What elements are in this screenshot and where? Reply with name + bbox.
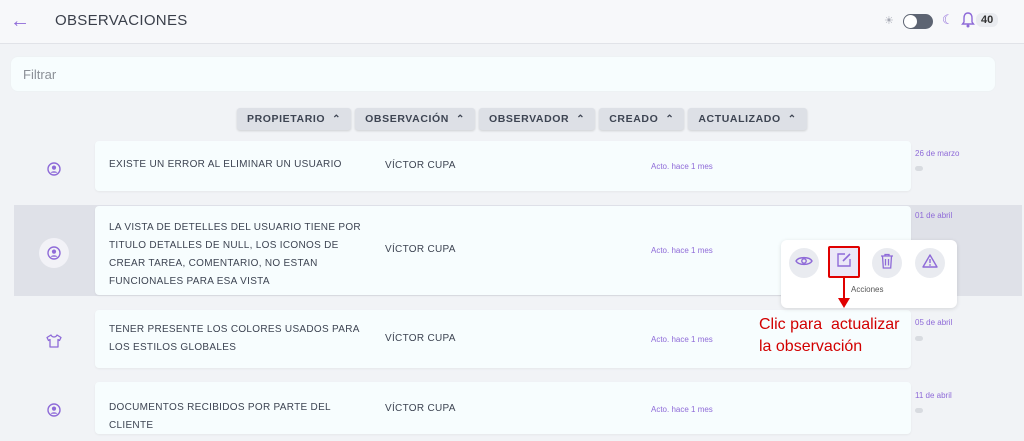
updated-date: 01 de abril xyxy=(915,211,953,220)
edit-icon xyxy=(836,252,852,273)
created-text: Acto. hace 1 mes xyxy=(651,405,713,414)
updated-indicator xyxy=(915,408,923,413)
moon-icon: ☾ xyxy=(942,12,954,27)
sort-button-owner[interactable]: PROPIETARIO ⌃ xyxy=(237,108,352,130)
back-arrow-icon[interactable]: ← xyxy=(10,10,32,32)
bell-icon[interactable] xyxy=(961,12,975,33)
chevron-up-icon: ⌃ xyxy=(455,113,465,125)
user-circle-icon xyxy=(39,395,69,425)
edit-button[interactable] xyxy=(828,246,860,278)
filter-input[interactable] xyxy=(11,57,995,91)
actions-label: Acciones xyxy=(851,285,884,294)
delete-button[interactable] xyxy=(872,248,902,278)
filter-box xyxy=(10,56,996,92)
observation-text: LA VISTA DE DETELLES DEL USUARIO TIENE P… xyxy=(109,222,361,287)
shirt-icon xyxy=(39,326,69,356)
sun-icon: ☀ xyxy=(884,15,894,27)
created-text: Acto. hace 1 mes xyxy=(651,162,713,171)
toggle-knob xyxy=(904,15,917,28)
sort-label: OBSERVACIÓN xyxy=(365,113,449,125)
eye-icon xyxy=(795,254,813,272)
updated-indicator xyxy=(915,166,923,171)
observer-name: VÍCTOR CUPA xyxy=(385,160,456,171)
sort-button-created[interactable]: CREADO ⌃ xyxy=(599,108,685,130)
top-bar: ← OBSERVACIONES ☀ ☾ 40 xyxy=(0,0,1024,44)
chevron-up-icon: ⌃ xyxy=(665,113,675,125)
report-button[interactable] xyxy=(915,248,945,278)
observer-name: VÍCTOR CUPA xyxy=(385,333,456,344)
chevron-up-icon: ⌃ xyxy=(332,113,342,125)
callout-line-1: Clic para actualizar xyxy=(759,316,900,333)
callout-line-2: la observación xyxy=(759,338,863,355)
updated-date: 11 de abril xyxy=(915,391,952,400)
observer-name: VÍCTOR CUPA xyxy=(385,403,456,414)
sort-button-observer[interactable]: OBSERVADOR ⌃ xyxy=(478,108,596,130)
observation-text: TENER PRESENTE LOS COLORES USADOS PARA L… xyxy=(109,324,360,353)
annotation-callout: Clic para actualizar la observación xyxy=(759,314,934,358)
sort-button-observation[interactable]: OBSERVACIÓN ⌃ xyxy=(355,108,475,130)
sort-label: OBSERVADOR xyxy=(488,113,570,125)
created-text: Acto. hace 1 mes xyxy=(651,335,713,344)
notification-badge: 40 xyxy=(976,13,999,27)
annotation-arrow xyxy=(843,278,845,300)
annotation-arrowhead xyxy=(838,298,850,308)
user-circle-icon xyxy=(39,238,69,268)
sort-label: ACTUALIZADO xyxy=(698,113,781,125)
view-button[interactable] xyxy=(789,248,819,278)
table-row[interactable]: EXISTE UN ERROR AL ELIMINAR UN USUARIO V… xyxy=(95,141,911,191)
chevron-up-icon: ⌃ xyxy=(787,113,797,125)
sort-button-updated[interactable]: ACTUALIZADO ⌃ xyxy=(688,108,807,130)
column-sort-bar: PROPIETARIO ⌃ OBSERVACIÓN ⌃ OBSERVADOR ⌃ CR… xyxy=(237,108,807,130)
sort-label: CREADO xyxy=(609,113,659,125)
trash-icon xyxy=(880,253,894,274)
observation-text: EXISTE UN ERROR AL ELIMINAR UN USUARIO xyxy=(109,159,342,170)
updated-date: 26 de marzo xyxy=(915,149,960,158)
sort-label: PROPIETARIO xyxy=(247,113,326,125)
observer-name: VÍCTOR CUPA xyxy=(385,244,456,255)
user-circle-icon xyxy=(39,154,69,184)
theme-toggle[interactable] xyxy=(903,14,933,29)
table-row[interactable]: DOCUMENTOS RECIBIDOS POR PARTE DEL CLIEN… xyxy=(95,382,911,434)
observation-text: DOCUMENTOS RECIBIDOS POR PARTE DEL CLIEN… xyxy=(109,402,331,431)
actions-popover: Acciones xyxy=(781,240,957,308)
created-text: Acto. hace 1 mes xyxy=(651,246,713,255)
page-title: OBSERVACIONES xyxy=(55,12,188,29)
warning-icon xyxy=(922,253,938,273)
chevron-up-icon: ⌃ xyxy=(576,113,586,125)
